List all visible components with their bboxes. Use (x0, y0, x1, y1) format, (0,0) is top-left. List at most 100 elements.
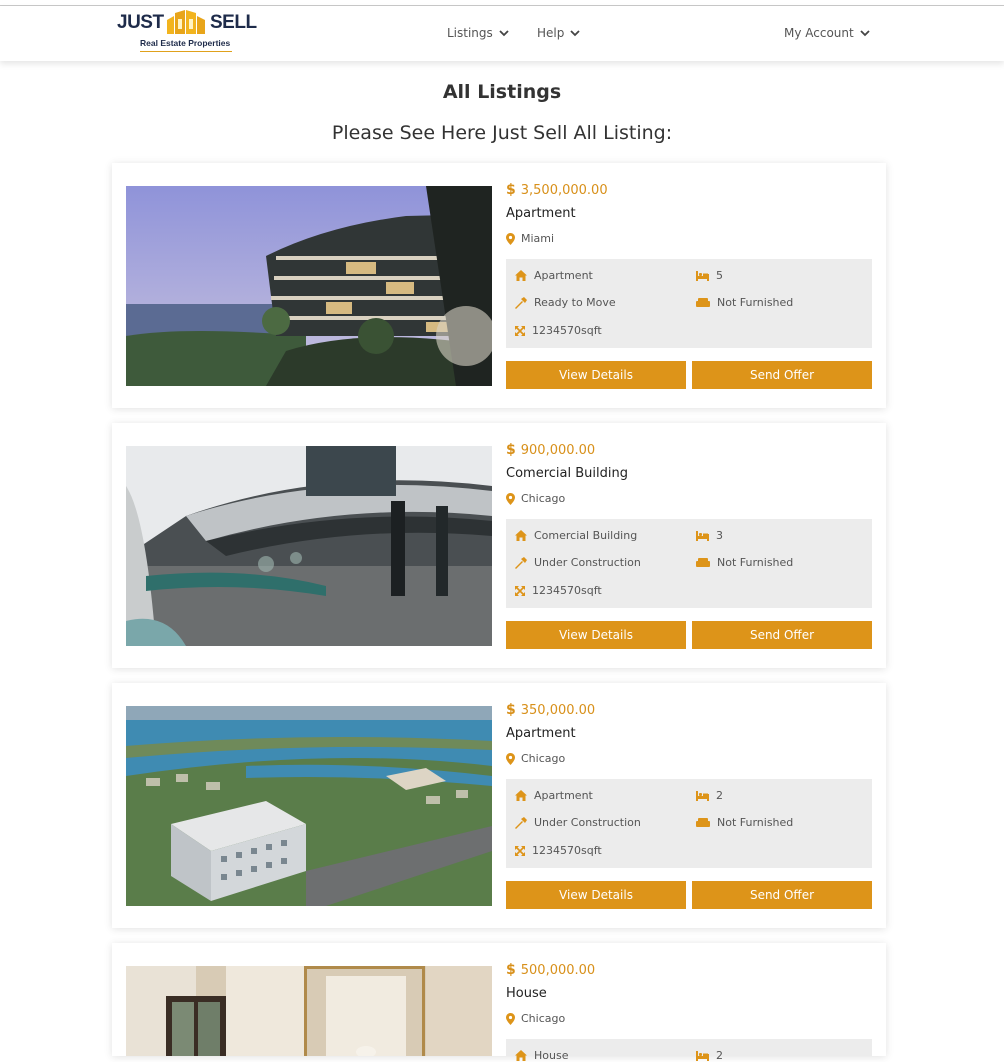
logo-building-icon (167, 10, 205, 34)
spec-bedrooms-label: 3 (716, 529, 723, 542)
send-offer-button[interactable]: Send Offer (692, 621, 872, 649)
spec-type-label: Apartment (534, 269, 593, 282)
listing-location: Chicago (506, 1012, 565, 1025)
aerial-waterfront-apartment-image (126, 706, 492, 906)
map-pin-icon (506, 1012, 515, 1025)
house-bedroom-interior-image (126, 966, 492, 1056)
listing-price: $ 3,500,000.00 (506, 182, 608, 198)
listing-title: Comercial Building (506, 466, 628, 481)
spec-area: 1234570sqft (515, 584, 602, 597)
home-icon (515, 270, 527, 281)
spec-area-label: 1234570sqft (532, 584, 602, 597)
dollar-icon: $ (506, 962, 516, 978)
listing-photo[interactable] (126, 706, 492, 906)
listing-location-label: Chicago (521, 1012, 566, 1025)
chevron-down-icon (499, 29, 509, 36)
dollar-icon: $ (506, 702, 516, 718)
bed-icon (696, 530, 709, 541)
listing-price-value: 500,000.00 (520, 963, 596, 978)
map-pin-icon (506, 492, 515, 505)
view-details-button[interactable]: View Details (506, 881, 686, 909)
couch-icon (696, 297, 710, 307)
logo-underline (140, 51, 232, 52)
spec-status: Under Construction (515, 556, 641, 569)
spec-type: Apartment (515, 269, 593, 282)
send-offer-button[interactable]: Send Offer (692, 881, 872, 909)
spec-bedrooms-label: 2 (716, 789, 723, 802)
listing-card: $ 900,000.00 Comercial Building Chicago … (112, 423, 886, 668)
listing-location-label: Chicago (521, 492, 566, 505)
listing-price: $ 350,000.00 (506, 702, 595, 718)
my-account-menu[interactable]: My Account (784, 26, 870, 40)
listing-location: Miami (506, 232, 554, 245)
spec-furnishing-label: Not Furnished (717, 816, 794, 829)
spec-bedrooms: 3 (696, 529, 723, 542)
couch-icon (696, 557, 710, 567)
spec-furnishing: Not Furnished (696, 296, 793, 309)
spec-type-label: Apartment (534, 789, 593, 802)
listing-location: Chicago (506, 492, 565, 505)
home-icon (515, 530, 527, 541)
listing-specs: Comercial Building 3 Under Construction … (506, 519, 872, 608)
logo-word-just: JUST (117, 12, 164, 33)
hammer-icon (515, 556, 527, 569)
bed-icon (696, 270, 709, 281)
nav-help-label: Help (537, 26, 565, 40)
listing-price: $ 500,000.00 (506, 962, 595, 978)
expand-arrows-icon (515, 325, 525, 336)
listing-location: Chicago (506, 752, 565, 765)
my-account-label: My Account (784, 26, 854, 40)
listing-card: $ 3,500,000.00 Apartment Miami Apartment… (112, 163, 886, 408)
nav-help-menu[interactable]: Help (537, 26, 580, 40)
bed-icon (696, 790, 709, 801)
spec-furnishing: Not Furnished (696, 816, 793, 829)
logo-word-sell: SELL (210, 12, 257, 33)
spec-furnishing-label: Not Furnished (717, 556, 794, 569)
view-details-button[interactable]: View Details (506, 621, 686, 649)
couch-icon (696, 817, 710, 827)
listing-title: House (506, 986, 547, 1001)
home-icon (515, 790, 527, 801)
view-details-button[interactable]: View Details (506, 361, 686, 389)
listing-photo[interactable] (126, 186, 492, 386)
spec-status-label: Ready to Move (534, 296, 616, 309)
expand-arrows-icon (515, 845, 525, 856)
spec-status: Under Construction (515, 816, 641, 829)
listing-photo[interactable] (126, 966, 492, 1056)
send-offer-button[interactable]: Send Offer (692, 361, 872, 389)
listing-title: Apartment (506, 206, 576, 221)
listing-photo[interactable] (126, 446, 492, 646)
listing-specs: Apartment 2 Under Construction Not Furni… (506, 779, 872, 868)
listing-card: $ 350,000.00 Apartment Chicago Apartment… (112, 683, 886, 928)
spec-area: 1234570sqft (515, 844, 602, 857)
map-pin-icon (506, 232, 515, 245)
chevron-down-icon (570, 29, 580, 36)
listing-location-label: Chicago (521, 752, 566, 765)
spec-furnishing: Not Furnished (696, 556, 793, 569)
page-title: All Listings (442, 81, 562, 103)
listing-location-label: Miami (521, 232, 555, 245)
site-header: JUST SELL Real Estate Properties Listing… (0, 6, 1004, 61)
spec-area: 1234570sqft (515, 324, 602, 337)
spec-status: Ready to Move (515, 296, 616, 309)
spec-status-label: Under Construction (534, 556, 641, 569)
listing-price-value: 3,500,000.00 (520, 183, 608, 198)
spec-area-label: 1234570sqft (532, 324, 602, 337)
spec-furnishing-label: Not Furnished (717, 296, 794, 309)
spec-type: Comercial Building (515, 529, 637, 542)
modern-waterfront-apartment-image (126, 186, 492, 386)
spec-type-label: Comercial Building (534, 529, 638, 542)
page-subtitle: Please See Here Just Sell All Listing: (331, 122, 673, 144)
commercial-building-entrance-image (126, 446, 492, 646)
listing-title: Apartment (506, 726, 576, 741)
hammer-icon (515, 816, 527, 829)
dollar-icon: $ (506, 442, 516, 458)
site-logo[interactable]: JUST SELL Real Estate Properties (117, 8, 257, 54)
spec-bedrooms: 2 (696, 789, 723, 802)
spec-type: Apartment (515, 789, 593, 802)
nav-listings-menu[interactable]: Listings (447, 26, 509, 40)
listing-price: $ 900,000.00 (506, 442, 595, 458)
spec-status-label: Under Construction (534, 816, 641, 829)
listing-card: $ 500,000.00 House Chicago House 2 (112, 943, 886, 1062)
logo-tagline: Real Estate Properties (140, 38, 231, 48)
